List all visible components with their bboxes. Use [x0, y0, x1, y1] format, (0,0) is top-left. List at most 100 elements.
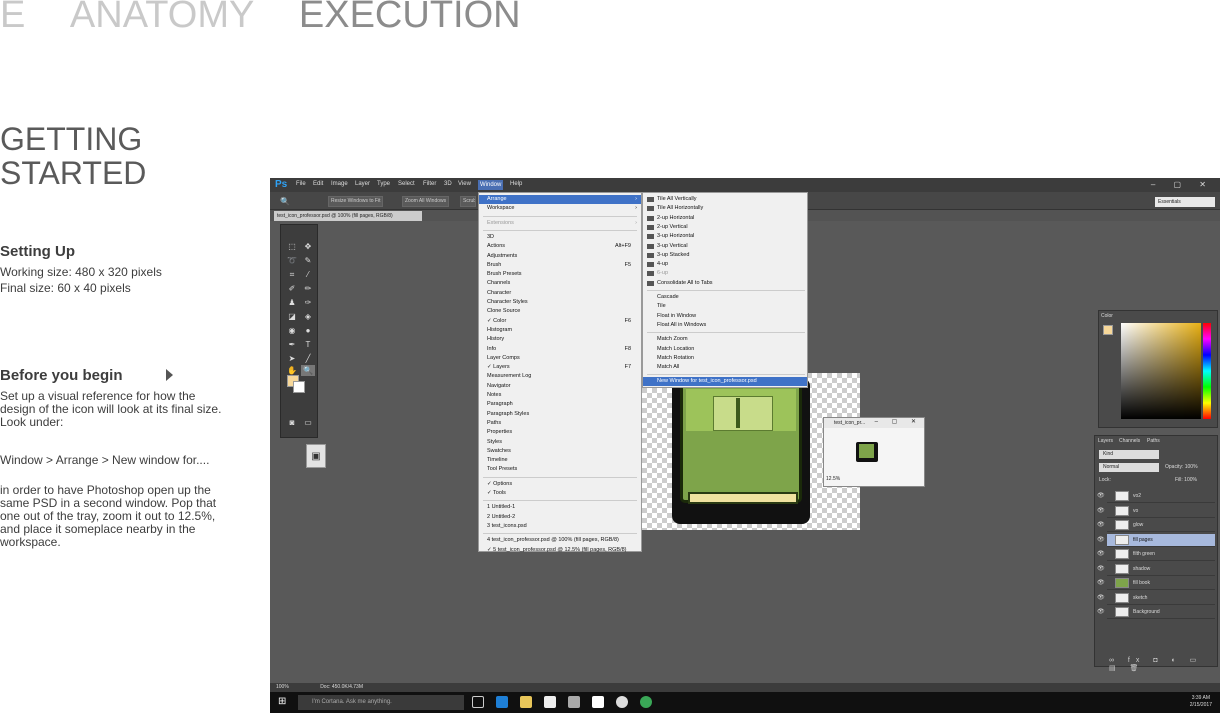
quick-mask-icon[interactable]: ◙ [285, 417, 299, 428]
window-menu-item[interactable]: ✓ Tools [479, 489, 641, 498]
visibility-eye-icon[interactable]: 👁 [1097, 505, 1105, 518]
window-menu-item[interactable]: Brush Presets [479, 270, 641, 279]
tab-paths[interactable]: Paths [1147, 438, 1160, 444]
window-menu-item[interactable]: Swatches [479, 447, 641, 456]
window-menu-item[interactable]: Arrange › [479, 195, 641, 204]
window-controls[interactable]: – ▢ ✕ [1151, 180, 1214, 189]
visibility-eye-icon[interactable]: 👁 [1097, 548, 1105, 561]
arrange-menu-item[interactable]: Tile All Horizontally [643, 204, 807, 213]
pencil-tool-icon[interactable]: ✏ [301, 283, 315, 294]
window-menu-item[interactable]: Paragraph [479, 400, 641, 409]
layer-filter-kind[interactable]: Kind [1099, 450, 1159, 459]
chrome-icon[interactable] [640, 696, 652, 708]
app-icon[interactable] [568, 696, 580, 708]
menu-edit[interactable]: Edit [313, 181, 323, 187]
layer-row[interactable]: 👁 vo [1097, 505, 1215, 518]
window-menu-item[interactable]: Styles [479, 438, 641, 447]
arrange-menu-item[interactable]: Tile [643, 302, 807, 311]
history-brush-icon[interactable]: ✑ [301, 297, 315, 308]
window-menu-item[interactable]: Navigator [479, 382, 641, 391]
window-menu-item[interactable]: Info F8 [479, 345, 641, 354]
second-window-controls[interactable]: – ▢ ✕ [875, 418, 922, 425]
window-menu-item[interactable]: Channels [479, 279, 641, 288]
fill-field[interactable]: Fill: 100% [1175, 477, 1197, 483]
window-menu-item[interactable]: Notes [479, 391, 641, 400]
clock[interactable]: 3:39 AM 2/15/2017 [1190, 695, 1212, 709]
window-menu-item[interactable]: Clone Source [479, 307, 641, 316]
pen-tool-icon[interactable]: ✒ [285, 339, 299, 350]
arrange-menu-item[interactable]: Tile All Vertically [643, 195, 807, 204]
color-swatch[interactable] [1103, 325, 1113, 335]
nav-item-partial[interactable]: E [0, 0, 25, 37]
window-menu-item[interactable]: Properties [479, 428, 641, 437]
notepad-icon[interactable] [592, 696, 604, 708]
window-menu-item[interactable]: ✓ Layers F7 [479, 363, 641, 372]
nav-item-anatomy[interactable]: ANATOMY [70, 0, 254, 37]
document-tab[interactable]: test_icon_professor.psd @ 100% (fill pag… [274, 211, 422, 221]
menu-layer[interactable]: Layer [355, 181, 370, 187]
steam-icon[interactable] [616, 696, 628, 708]
start-icon[interactable]: ⊞ [278, 697, 288, 707]
layer-row[interactable]: 👁 shadow [1097, 563, 1215, 576]
arrange-menu-item[interactable]: Match Location [643, 345, 807, 354]
window-menu-item[interactable]: 3 test_icons.psd [479, 522, 641, 531]
bucket-tool-icon[interactable]: ◈ [301, 311, 315, 322]
arrange-menu-item[interactable]: 3-up Stacked [643, 251, 807, 260]
second-window-zoom[interactable]: 12.5% [826, 476, 840, 482]
arrange-menu-item[interactable]: Float All in Windows [643, 321, 807, 330]
arrange-menu-item[interactable]: Match All [643, 363, 807, 372]
tray-window-icon[interactable]: ▣ [306, 444, 326, 468]
cortana-search[interactable]: I'm Cortana. Ask me anything. [298, 695, 464, 710]
layer-panel-actions[interactable]: ∞ fx ◘ ◐ ▭ ▤ 🗑 [1109, 656, 1217, 672]
brush-tool-icon[interactable]: ✐ [285, 283, 299, 294]
window-menu-item[interactable]: Actions Alt+F9 [479, 242, 641, 251]
color-tab[interactable]: Color [1101, 313, 1113, 319]
window-menu-item[interactable]: ✓ Options [479, 480, 641, 489]
window-menu-item[interactable]: Timeline [479, 456, 641, 465]
move-tool-icon[interactable]: ✥ [301, 241, 315, 252]
zoom-all-checkbox[interactable]: Zoom All Windows [402, 196, 450, 207]
arrange-menu-item[interactable]: Match Rotation [643, 354, 807, 363]
hue-slider[interactable] [1203, 323, 1211, 419]
window-menu-item[interactable]: History [479, 335, 641, 344]
arrange-menu-item[interactable]: New Window for test_icon_professor.psd [643, 377, 807, 387]
menu-help[interactable]: Help [510, 181, 522, 187]
background-color[interactable] [293, 381, 305, 393]
arrange-menu-item[interactable]: Cascade [643, 293, 807, 302]
file-explorer-icon[interactable] [520, 696, 532, 708]
window-menu-item[interactable]: 1 Untitled-1 [479, 503, 641, 512]
shape-tool-icon[interactable]: ╱ [301, 353, 315, 364]
path-select-icon[interactable]: ➤ [285, 353, 299, 364]
task-view-icon[interactable] [472, 696, 484, 708]
window-menu-item[interactable]: 3D [479, 233, 641, 242]
arrange-menu-item[interactable]: 3-up Horizontal [643, 232, 807, 241]
scrubby-zoom-checkbox[interactable]: Scrubby Zoom [460, 196, 476, 207]
workspace-select[interactable]: Essentials [1155, 197, 1215, 207]
arrange-menu-item[interactable]: 4-up [643, 260, 807, 269]
window-menu-item[interactable]: Character Styles [479, 298, 641, 307]
layer-row[interactable]: 👁 sketch [1097, 592, 1215, 605]
status-zoom[interactable]: 100% [276, 684, 289, 690]
opacity-field[interactable]: Opacity: 100% [1165, 464, 1198, 470]
visibility-eye-icon[interactable]: 👁 [1097, 519, 1105, 532]
menu-view[interactable]: View [458, 181, 471, 187]
arrange-menu-item[interactable]: 6-up [643, 269, 807, 278]
quick-select-icon[interactable]: ✎ [301, 255, 315, 266]
window-menu-item[interactable]: Paths [479, 419, 641, 428]
window-menu-item[interactable]: Histogram [479, 326, 641, 335]
zoom-tool-side-icon[interactable]: 🔍 [301, 365, 315, 376]
arrange-menu-item[interactable]: 3-up Vertical [643, 242, 807, 251]
window-menu-item[interactable]: Tool Presets [479, 465, 641, 474]
layer-row[interactable]: 👁 filth green [1097, 548, 1215, 561]
nav-item-execution[interactable]: EXECUTION [299, 0, 521, 37]
visibility-eye-icon[interactable]: 👁 [1097, 490, 1105, 503]
window-menu-item[interactable]: Extensions › [479, 219, 641, 228]
crop-tool-icon[interactable]: ⌗ [285, 269, 299, 280]
arrange-menu-item[interactable]: 2-up Vertical [643, 223, 807, 232]
arrange-menu-item[interactable]: Consolidate All to Tabs [643, 279, 807, 288]
menu-type[interactable]: Type [377, 181, 390, 187]
second-document-window[interactable]: test_icon_pr... – ▢ ✕ 12.5% [823, 417, 925, 487]
arrange-menu-item[interactable]: Match Zoom [643, 335, 807, 344]
visibility-eye-icon[interactable]: 👁 [1097, 577, 1105, 590]
window-menu-item[interactable]: Brush F5 [479, 261, 641, 270]
